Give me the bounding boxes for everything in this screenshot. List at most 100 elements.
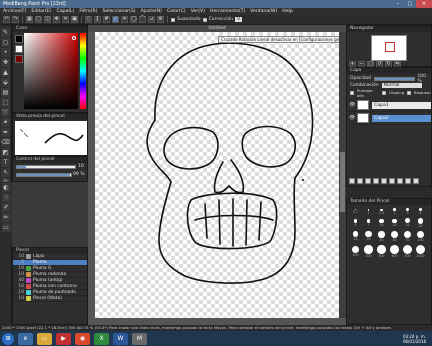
navigator-preview[interactable] bbox=[371, 35, 407, 61]
size-slider[interactable] bbox=[16, 165, 76, 169]
size-option[interactable]: 100 bbox=[416, 230, 425, 242]
menu-archivo[interactable]: Archivo(F) bbox=[3, 9, 26, 14]
menu-seleccionar[interactable]: Seleccionar(S) bbox=[102, 9, 135, 14]
media-icon[interactable]: ▶ bbox=[56, 332, 71, 345]
move-tool-icon[interactable]: ✥ bbox=[1, 58, 10, 67]
text-tool-icon[interactable]: T bbox=[1, 158, 10, 167]
snap-off-icon[interactable]: ▯ bbox=[85, 16, 92, 23]
smudge-tool-icon[interactable]: ☝ bbox=[1, 193, 11, 202]
new-halftone-layer-icon[interactable] bbox=[357, 178, 363, 184]
eye-icon[interactable]: 👁 bbox=[349, 102, 355, 108]
system-clock[interactable]: 03:24 p. m. 06/01/2018 bbox=[403, 334, 432, 344]
clipping-checkbox[interactable] bbox=[381, 90, 386, 95]
undo-icon[interactable]: ↶ bbox=[3, 16, 10, 23]
brush-item[interactable]: 10 Pincel (Wata) bbox=[13, 296, 87, 302]
transform-icon[interactable]: ✥ bbox=[53, 16, 60, 23]
select-all-icon[interactable]: ▦ bbox=[26, 16, 33, 23]
gradient-tool-icon[interactable]: ▤ bbox=[1, 88, 10, 97]
size-option[interactable]: 1 bbox=[367, 208, 370, 215]
deselect-icon[interactable]: ▢ bbox=[35, 16, 42, 23]
primary-color-swatch[interactable] bbox=[15, 35, 23, 43]
size-option[interactable]: 400 bbox=[390, 245, 399, 258]
vertical-scrollbar[interactable] bbox=[339, 32, 346, 318]
dot-tool-icon[interactable]: • bbox=[1, 48, 10, 57]
saturation-value-picker[interactable] bbox=[24, 33, 78, 109]
size-option[interactable]: 2 bbox=[393, 208, 396, 215]
size-option[interactable]: 0.7 bbox=[353, 208, 358, 214]
menu-ver[interactable]: Ver(V) bbox=[191, 9, 205, 14]
layer-row[interactable]: 👁 Capa1 bbox=[347, 99, 431, 112]
snap-perspective-icon[interactable]: ⊿ bbox=[148, 16, 155, 23]
word-icon[interactable]: W bbox=[113, 332, 128, 345]
scrollbar-thumb[interactable] bbox=[340, 152, 345, 212]
correccion-select[interactable]: 0 bbox=[235, 17, 243, 22]
snap-settings-icon[interactable]: ⚙ bbox=[157, 16, 164, 23]
new-layer-icon[interactable] bbox=[349, 178, 355, 184]
layer-row-selected[interactable]: 👁 Capa2 bbox=[347, 112, 431, 125]
protect-alpha-checkbox[interactable] bbox=[350, 90, 354, 95]
menu-color[interactable]: Color(C) bbox=[167, 9, 186, 14]
size-option[interactable]: 500 bbox=[403, 245, 412, 258]
select-tool-icon[interactable]: ⬚ bbox=[1, 98, 10, 107]
menu-filtro[interactable]: Filtro(R) bbox=[79, 9, 97, 14]
pen-tool-icon[interactable]: ✐ bbox=[1, 203, 11, 212]
size-option[interactable]: 1000 bbox=[416, 245, 425, 258]
clear-icon[interactable]: ✕ bbox=[62, 16, 69, 23]
bucket-tool-icon[interactable]: ⬙ bbox=[1, 78, 10, 87]
size-option[interactable]: 30 bbox=[365, 231, 372, 241]
blur-tool-icon[interactable]: ◐ bbox=[1, 183, 11, 192]
select-pen-icon[interactable]: ✒ bbox=[1, 128, 10, 137]
layer-settings-icon[interactable] bbox=[405, 178, 411, 184]
size-option[interactable]: 50 bbox=[391, 230, 398, 242]
size-option[interactable]: 5 bbox=[353, 219, 358, 227]
size-option[interactable]: 200 bbox=[364, 245, 373, 258]
lasso-tool-icon[interactable]: ➰ bbox=[1, 108, 10, 117]
size-option[interactable]: 1.5 bbox=[379, 208, 384, 215]
medibang-taskbar-icon[interactable]: M bbox=[132, 332, 147, 345]
redo-icon[interactable]: ↷ bbox=[12, 16, 19, 23]
opacity-slider[interactable] bbox=[16, 173, 72, 177]
size-option[interactable]: 10 bbox=[379, 218, 384, 227]
layer-down-icon[interactable] bbox=[397, 178, 403, 184]
merge-down-icon[interactable] bbox=[381, 178, 387, 184]
secondary-color-swatch[interactable] bbox=[15, 45, 23, 53]
size-option[interactable]: 150 bbox=[351, 245, 360, 257]
blend-mode-select[interactable]: Normal bbox=[381, 83, 422, 88]
menu-editar[interactable]: Editar(E) bbox=[31, 9, 51, 14]
fill-icon[interactable]: ▣ bbox=[71, 16, 78, 23]
layer-up-icon[interactable] bbox=[389, 178, 395, 184]
brush-tool-icon[interactable]: ✎ bbox=[1, 28, 10, 37]
size-option[interactable]: 15 bbox=[405, 218, 410, 227]
snap-circle-icon[interactable]: ◯ bbox=[130, 16, 137, 23]
new-folder-icon[interactable] bbox=[365, 178, 371, 184]
menu-capa[interactable]: Capa(L) bbox=[57, 9, 75, 14]
explorer-icon[interactable]: ▭ bbox=[37, 332, 52, 345]
navigator-viewport[interactable] bbox=[385, 42, 395, 52]
delete-layer-icon[interactable] bbox=[413, 178, 419, 184]
size-option[interactable]: 70 bbox=[403, 230, 412, 242]
minimize-button[interactable]: – bbox=[392, 0, 404, 8]
magic-wand-icon[interactable]: ✦ bbox=[1, 118, 10, 127]
size-option[interactable]: 20 bbox=[417, 218, 424, 228]
menu-help[interactable]: Help bbox=[282, 9, 292, 14]
close-button[interactable]: ✕ bbox=[416, 0, 432, 8]
size-option[interactable]: 300 bbox=[377, 245, 386, 258]
pencil-tool-icon[interactable]: ✏ bbox=[1, 213, 11, 222]
lock-checkbox[interactable] bbox=[407, 90, 411, 95]
color-cursor[interactable] bbox=[72, 36, 76, 40]
fill-tool-icon[interactable]: ▲ bbox=[1, 68, 10, 77]
eye-icon[interactable]: 👁 bbox=[349, 115, 355, 121]
menu-ventana[interactable]: Ventana(W) bbox=[250, 9, 277, 14]
drawing-canvas[interactable] bbox=[95, 32, 339, 318]
maximize-button[interactable]: □ bbox=[404, 0, 416, 8]
correccion-checkbox[interactable] bbox=[202, 17, 207, 22]
select-eraser-icon[interactable]: ⌫ bbox=[1, 138, 10, 147]
divide-tool-icon[interactable]: ◩ bbox=[1, 148, 10, 157]
invert-selection-icon[interactable]: ◫ bbox=[44, 16, 51, 23]
snap-curve-icon[interactable]: ⌒ bbox=[139, 16, 146, 23]
size-option[interactable]: 12 bbox=[392, 218, 397, 227]
size-option[interactable]: 3 bbox=[406, 208, 409, 215]
layer-opacity-slider[interactable] bbox=[373, 76, 415, 81]
chrome-icon[interactable]: ◉ bbox=[75, 332, 90, 345]
start-button-icon[interactable]: ⊞ bbox=[2, 332, 14, 345]
